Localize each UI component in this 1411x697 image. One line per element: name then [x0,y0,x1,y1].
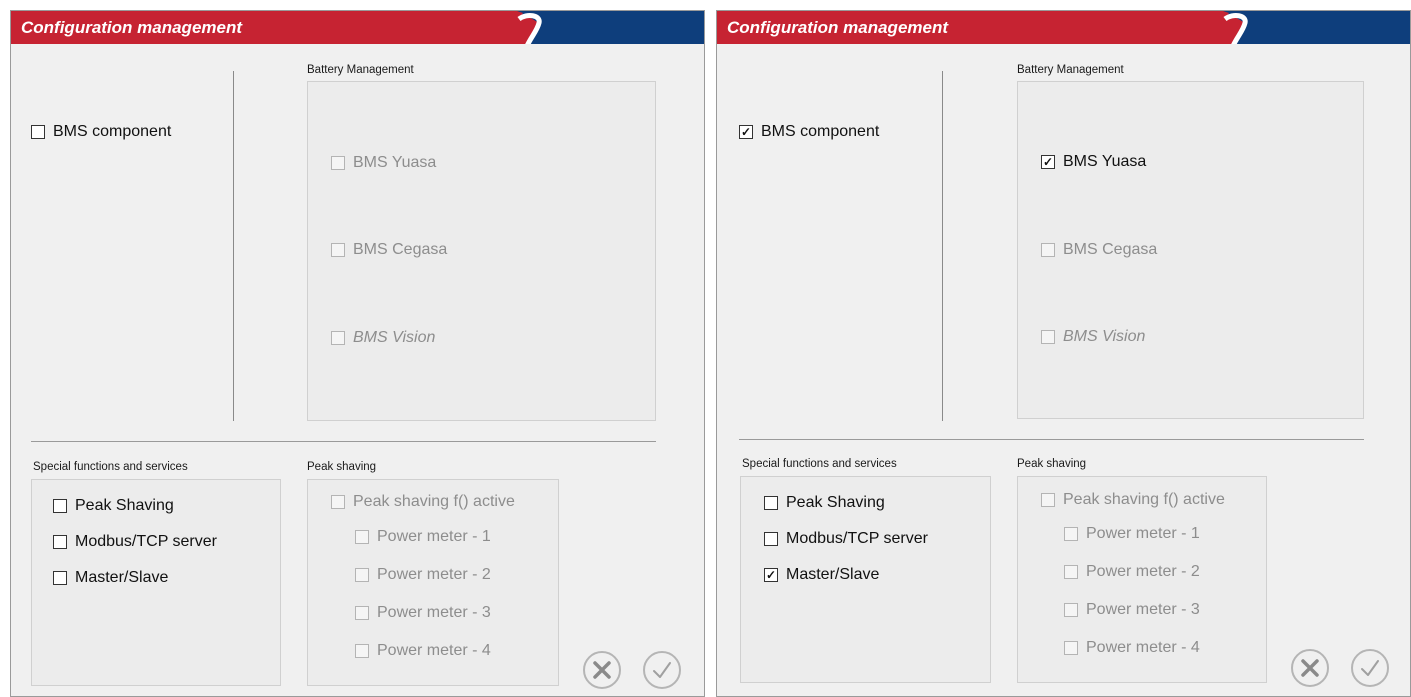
special-functions-label: Special functions and services [33,461,188,473]
checkbox-box: ✓ [739,125,753,139]
title-bar: Configuration management [11,11,704,44]
title-bar: Configuration management [717,11,1410,44]
master-slave-checkbox[interactable]: Master/Slave [53,569,168,587]
peak-shaving-active-checkbox[interactable]: Peak shaving f() active [331,493,515,511]
modbus-tcp-checkbox[interactable]: Modbus/TCP server [53,533,217,551]
peak-shaving-checkbox[interactable]: Peak Shaving [764,494,885,512]
page-title: Configuration management [727,18,949,37]
logo-swoosh-icon [517,11,551,44]
bms-cegasa-checkbox[interactable]: BMS Cegasa [1041,241,1157,259]
modbus-tcp-checkbox[interactable]: Modbus/TCP server [764,530,928,548]
power-meter-1-checkbox[interactable]: Power meter - 1 [1064,525,1200,543]
confirm-button[interactable] [643,651,681,689]
title-bar-blue [544,11,704,44]
peak-shaving-active-checkbox[interactable]: Peak shaving f() active [1041,491,1225,509]
logo-swoosh-icon [1223,11,1257,44]
power-meter-3-checkbox[interactable]: Power meter - 3 [1064,601,1200,619]
confirm-button[interactable] [1351,649,1389,687]
power-meter-4-checkbox[interactable]: Power meter - 4 [355,642,491,660]
vertical-divider [233,71,234,421]
title-bar-blue [1250,11,1410,44]
bms-component-checkbox[interactable]: BMS component [31,123,171,141]
peak-shaving-checkbox[interactable]: Peak Shaving [53,497,174,515]
peak-shaving-group-label: Peak shaving [1017,458,1087,470]
confirm-icon [653,662,671,678]
vertical-divider [942,71,943,421]
bms-vision-checkbox[interactable]: BMS Vision [331,329,435,347]
cancel-icon [593,661,611,679]
power-meter-1-checkbox[interactable]: Power meter - 1 [355,528,491,546]
config-panel-left: Configuration management BMS component B… [10,10,705,697]
master-slave-checkbox[interactable]: ✓ Master/Slave [764,566,879,584]
bms-cegasa-checkbox[interactable]: BMS Cegasa [331,241,447,259]
battery-management-label: Battery Management [1017,64,1124,76]
horizontal-divider [31,441,656,442]
power-meter-2-checkbox[interactable]: Power meter - 2 [355,566,491,584]
bms-yuasa-checkbox[interactable]: ✓ BMS Yuasa [1041,153,1146,171]
config-panel-right: Configuration management ✓ BMS component… [716,10,1411,697]
cancel-button[interactable] [1291,649,1329,687]
horizontal-divider [739,439,1364,440]
power-meter-3-checkbox[interactable]: Power meter - 3 [355,604,491,622]
cancel-icon [1301,659,1319,677]
special-functions-label: Special functions and services [742,458,897,470]
cancel-button[interactable] [583,651,621,689]
power-meter-2-checkbox[interactable]: Power meter - 2 [1064,563,1200,581]
page-title: Configuration management [21,18,243,37]
checkbox-box [31,125,45,139]
bms-yuasa-checkbox[interactable]: BMS Yuasa [331,154,436,172]
bms-vision-checkbox[interactable]: BMS Vision [1041,328,1145,346]
confirm-icon [1361,660,1379,676]
bms-component-checkbox[interactable]: ✓ BMS component [739,123,879,141]
peak-shaving-group-label: Peak shaving [307,461,377,473]
power-meter-4-checkbox[interactable]: Power meter - 4 [1064,639,1200,657]
battery-management-label: Battery Management [307,64,414,76]
